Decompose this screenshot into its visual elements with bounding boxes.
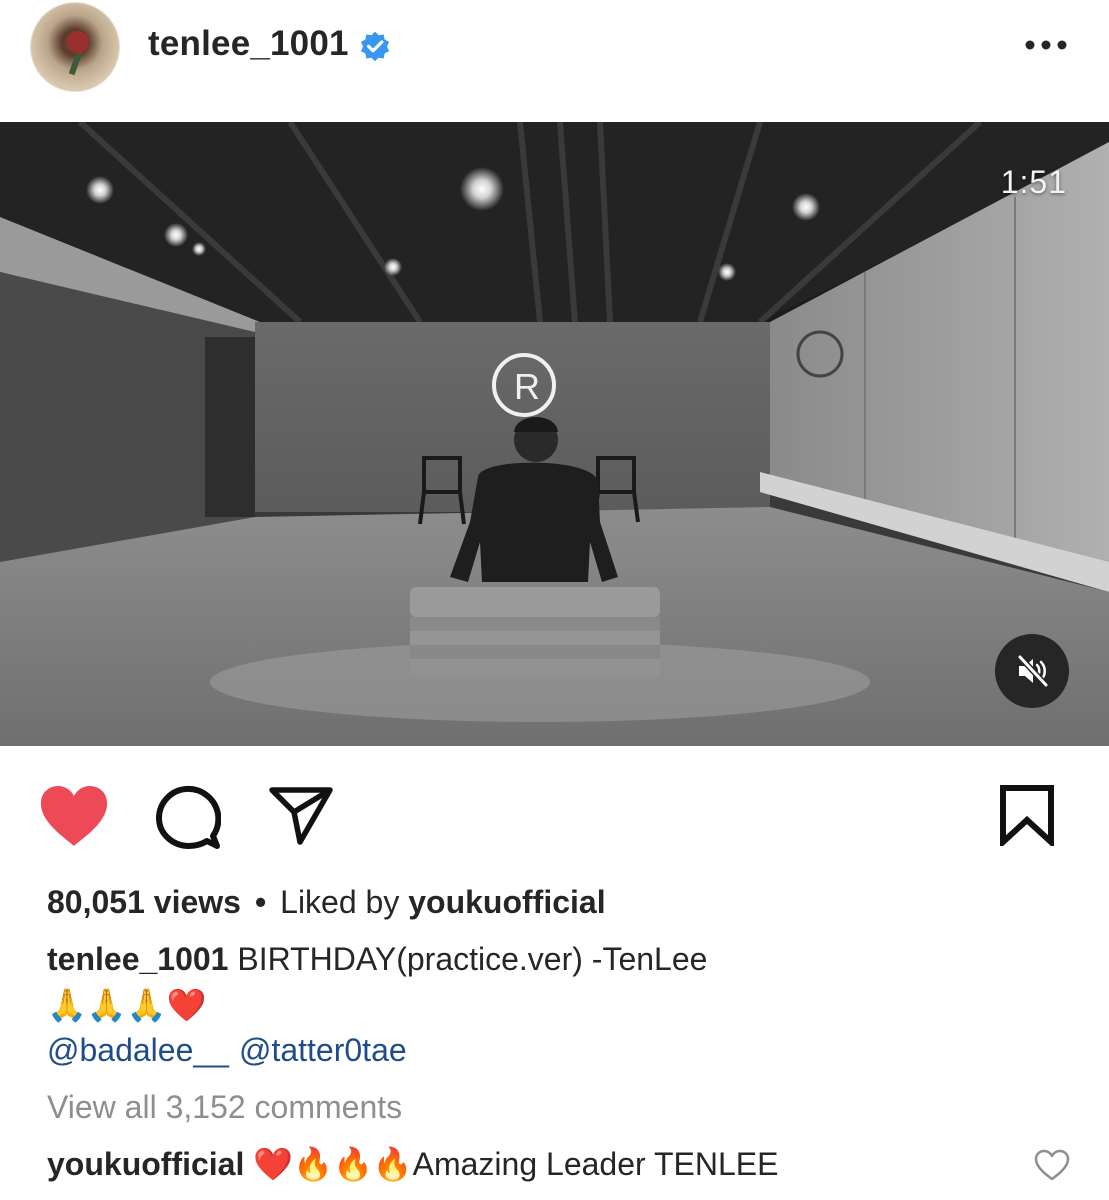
post-video[interactable]: R 1:51 [0,122,1109,746]
comment-row: youkuofficial ❤️🔥🔥🔥Amazing Leader TENLEE [47,1142,778,1186]
heart-filled-icon[interactable] [38,784,110,848]
views-liked-line: 80,051 views • Liked by youkuofficial [47,880,606,924]
view-all-comments-link[interactable]: View all 3,152 comments [47,1085,402,1129]
caption-emojis: 🙏🙏🙏❤️ [47,987,207,1023]
comment-username[interactable]: youkuofficial [47,1146,244,1182]
post-header: tenlee_1001 [0,0,1109,122]
svg-text:R: R [514,366,540,407]
video-frame-dance-studio: R [0,122,1109,746]
muted-speaker-icon [1017,654,1049,688]
post-username[interactable]: tenlee_1001 [148,24,349,64]
profile-avatar[interactable] [30,2,120,92]
mention-link[interactable]: @badalee__ [47,1032,229,1068]
liked-by-user[interactable]: youkuofficial [408,884,605,920]
avatar-rose [67,31,89,53]
caption-username[interactable]: tenlee_1001 [47,941,228,977]
separator-dot: • [254,884,267,920]
verified-badge-icon [360,31,390,62]
comment-emojis: ❤️🔥🔥🔥 [253,1146,413,1182]
paper-plane-icon[interactable] [268,784,334,846]
mute-button[interactable] [995,634,1069,708]
view-count[interactable]: 80,051 views [47,884,241,920]
comment-text: Amazing Leader TENLEE [412,1146,779,1182]
liked-by-prefix: Liked by [280,884,400,920]
mention-link[interactable]: @tatter0tae [239,1032,407,1068]
video-duration: 1:51 [1000,164,1067,200]
caption-text: BIRTHDAY(practice.ver) -TenLee [237,941,708,977]
comment-bubble-icon[interactable] [155,784,221,850]
heart-outline-icon[interactable] [1033,1148,1071,1182]
post-actions [0,746,1109,866]
more-options-icon[interactable] [1022,30,1070,60]
caption: tenlee_1001 BIRTHDAY(practice.ver) -TenL… [47,937,707,981]
bookmark-icon[interactable] [997,784,1057,846]
caption-mentions: @badalee__ @tatter0tae [47,1028,407,1072]
